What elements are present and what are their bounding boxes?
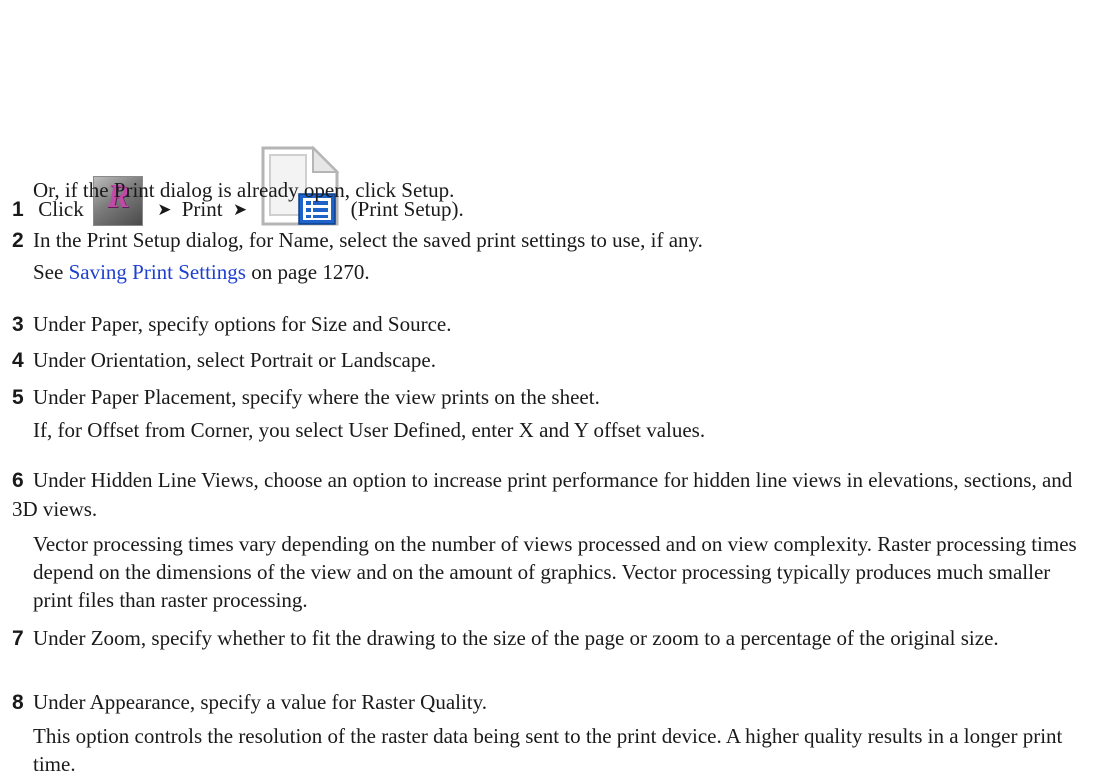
step-2-note: See Saving Print Settings on page 1270.: [33, 258, 370, 286]
step-text: Under Hidden Line Views, choose an optio…: [12, 468, 1073, 521]
step-number: 1: [12, 198, 24, 221]
see-label: See: [33, 260, 64, 284]
document-page: 1 Click R ➤ Print ➤ (Print Setup). Or, i…: [0, 0, 1105, 776]
step-text: Under Paper, specify options for Size an…: [33, 312, 452, 336]
step-1-note: Or, if the Print dialog is already open,…: [33, 178, 455, 202]
step-3: 3 Under Paper, specify options for Size a…: [12, 310, 451, 339]
step-number: 6: [12, 469, 24, 492]
step-number: 4: [12, 349, 24, 372]
step-number: 8: [12, 691, 24, 714]
step-text: Under Appearance, specify a value for Ra…: [33, 690, 488, 714]
step-5-note: If, for Offset from Corner, you select U…: [33, 418, 706, 442]
step-text: Under Orientation, select Portrait or La…: [33, 348, 436, 372]
step-6: 6 Under Hidden Line Views, choose an opti…: [12, 466, 1092, 523]
step-8: 8 Under Appearance, specify a value for R…: [12, 688, 487, 717]
step-number: 7: [12, 627, 24, 650]
step-text: In the Print Setup dialog, for Name, sel…: [33, 228, 703, 252]
step-4: 4 Under Orientation, select Portrait or L…: [12, 346, 436, 375]
step-number: 2: [12, 229, 24, 252]
step-2: 2 In the Print Setup dialog, for Name, se…: [12, 226, 703, 255]
step-number: 5: [12, 386, 24, 409]
step-text: Under Paper Placement, specify where the…: [33, 385, 600, 409]
step-6-note: Vector processing times vary depending o…: [33, 532, 1077, 612]
page-reference: on page 1270.: [251, 260, 370, 284]
step-8-note: This option controls the resolution of t…: [33, 724, 1063, 776]
step-5: 5 Under Paper Placement, specify where th…: [12, 383, 600, 412]
saving-print-settings-link[interactable]: Saving Print Settings: [69, 260, 246, 284]
step-text: Under Zoom, specify whether to fit the d…: [33, 626, 999, 650]
step-number: 3: [12, 313, 24, 336]
step-7: 7 Under Zoom, specify whether to fit the …: [12, 624, 1092, 653]
